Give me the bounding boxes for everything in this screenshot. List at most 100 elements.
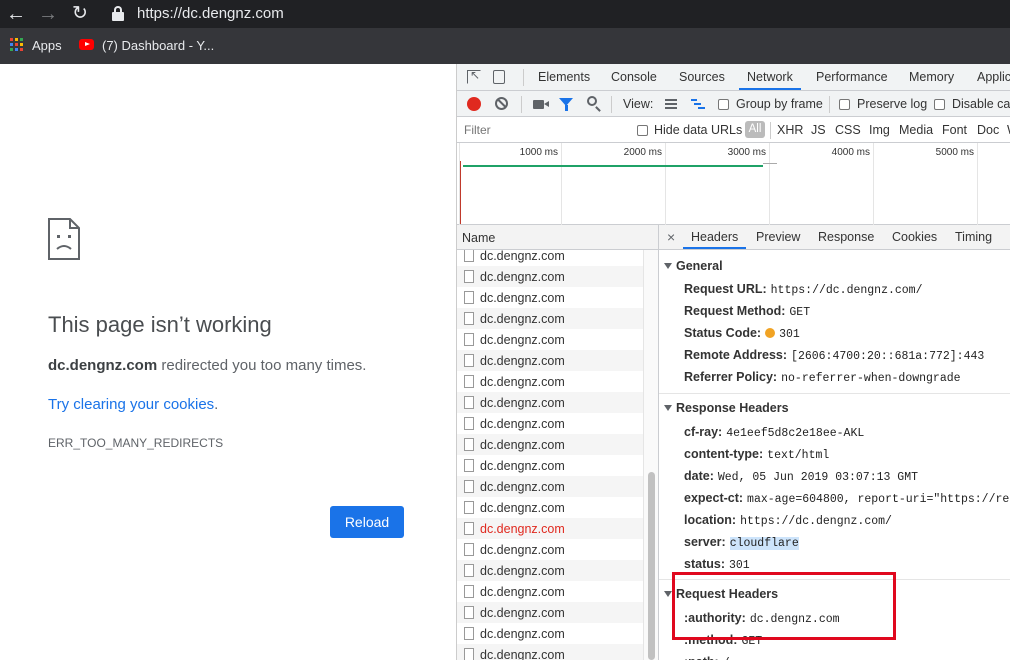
document-icon <box>464 438 474 451</box>
tab-response[interactable]: Response <box>818 225 874 249</box>
request-row[interactable]: dc.dengnz.com <box>457 644 643 660</box>
lock-icon[interactable] <box>112 6 124 22</box>
document-icon <box>464 480 474 493</box>
request-row[interactable]: dc.dengnz.com <box>457 308 643 329</box>
tab-cookies[interactable]: Cookies <box>892 225 937 249</box>
filter-type-js[interactable]: JS <box>811 123 826 137</box>
request-row[interactable]: dc.dengnz.com <box>457 518 643 539</box>
request-name: dc.dengnz.com <box>480 417 565 431</box>
request-row[interactable]: dc.dengnz.com <box>457 371 643 392</box>
filter-type-font[interactable]: Font <box>942 123 967 137</box>
waterfall-view-icon[interactable] <box>691 99 705 109</box>
reload-button[interactable]: Reload <box>330 506 404 538</box>
record-icon[interactable] <box>467 97 481 111</box>
request-row[interactable]: dc.dengnz.com <box>457 250 643 266</box>
request-row[interactable]: dc.dengnz.com <box>457 350 643 371</box>
filter-input[interactable] <box>461 121 625 139</box>
back-arrow-icon[interactable]: ← <box>4 2 28 26</box>
hide-data-urls-label: Hide data URLs <box>654 123 743 137</box>
address-bar[interactable]: https://dc.dengnz.com <box>137 5 284 22</box>
timeline-bar <box>463 165 763 167</box>
request-row[interactable]: dc.dengnz.com <box>457 266 643 287</box>
timeline-tick: 2000 ms <box>623 147 662 158</box>
tab-performance[interactable]: Performance <box>816 64 888 90</box>
device-toolbar-icon[interactable] <box>493 70 505 84</box>
request-row[interactable]: dc.dengnz.com <box>457 413 643 434</box>
response-headers-section-header[interactable]: Response Headers <box>664 401 789 415</box>
document-icon <box>464 312 474 325</box>
tab-application[interactable]: Applic <box>977 64 1010 90</box>
tab-headers[interactable]: Headers <box>683 225 747 249</box>
request-name: dc.dengnz.com <box>480 564 565 578</box>
group-by-frame-checkbox[interactable] <box>718 99 729 110</box>
disable-cache-checkbox[interactable] <box>934 99 945 110</box>
scroll-thumb[interactable] <box>648 472 655 660</box>
hide-data-urls-checkbox[interactable] <box>637 125 648 136</box>
tab-network[interactable]: Network <box>739 64 801 90</box>
devtools-panel: Elements Console Sources Network Perform… <box>456 64 1010 660</box>
reload-icon[interactable]: ↻ <box>68 2 92 26</box>
capture-screenshots-icon[interactable] <box>533 100 549 109</box>
clear-icon[interactable] <box>495 97 508 110</box>
filter-type-xhr[interactable]: XHR <box>777 123 803 137</box>
request-row[interactable]: dc.dengnz.com <box>457 287 643 308</box>
document-icon <box>464 606 474 619</box>
divider <box>770 122 771 139</box>
request-row[interactable]: dc.dengnz.com <box>457 497 643 518</box>
page-title: This page isn’t working <box>48 312 272 337</box>
name-column-header[interactable]: Name <box>457 225 659 250</box>
request-name: dc.dengnz.com <box>480 375 565 389</box>
apps-grid-icon[interactable] <box>10 38 23 51</box>
timeline-tick: 5000 ms <box>935 147 974 158</box>
error-domain: dc.dengnz.com <box>48 357 158 374</box>
bookmark-apps[interactable]: Apps <box>32 38 62 53</box>
close-icon[interactable]: × <box>667 229 675 245</box>
document-icon <box>464 375 474 388</box>
request-row[interactable]: dc.dengnz.com <box>457 602 643 623</box>
tab-memory[interactable]: Memory <box>909 64 954 90</box>
request-name: dc.dengnz.com <box>480 606 565 620</box>
clear-cookies-link[interactable]: Try clearing your cookies <box>48 396 214 413</box>
divider <box>523 69 524 86</box>
request-row[interactable]: dc.dengnz.com <box>457 623 643 644</box>
document-icon <box>464 291 474 304</box>
preserve-log-checkbox[interactable] <box>839 99 850 110</box>
tab-elements[interactable]: Elements <box>538 64 590 90</box>
filter-type-img[interactable]: Img <box>869 123 890 137</box>
filter-type-doc[interactable]: Doc <box>977 123 999 137</box>
request-row[interactable]: dc.dengnz.com <box>457 329 643 350</box>
filter-type-css[interactable]: CSS <box>835 123 861 137</box>
filter-type-media[interactable]: Media <box>899 123 933 137</box>
tab-preview[interactable]: Preview <box>756 225 800 249</box>
document-icon <box>464 564 474 577</box>
request-row[interactable]: dc.dengnz.com <box>457 455 643 476</box>
status-dot-icon <box>765 328 776 338</box>
selected-value[interactable]: cloudflare <box>729 537 799 550</box>
search-icon[interactable] <box>587 96 597 106</box>
request-row[interactable]: dc.dengnz.com <box>457 560 643 581</box>
bookmark-dashboard[interactable]: (7) Dashboard - Y... <box>102 38 214 53</box>
apps-grid-dot <box>10 43 13 46</box>
forward-arrow-icon[interactable]: → <box>36 2 60 26</box>
inspect-element-icon[interactable] <box>467 68 481 84</box>
request-row[interactable]: dc.dengnz.com <box>457 476 643 497</box>
request-row[interactable]: dc.dengnz.com <box>457 434 643 455</box>
list-view-icon[interactable] <box>665 99 677 109</box>
tab-sources[interactable]: Sources <box>679 64 725 90</box>
tab-timing[interactable]: Timing <box>955 225 992 249</box>
request-row[interactable]: dc.dengnz.com <box>457 581 643 602</box>
request-row[interactable]: dc.dengnz.com <box>457 392 643 413</box>
general-section-header[interactable]: General <box>664 259 723 273</box>
timeline-overview[interactable]: 1000 ms 2000 ms 3000 ms 4000 ms 5000 ms <box>457 143 1010 225</box>
apps-grid-dot <box>20 43 23 46</box>
request-list-scrollbar[interactable] <box>643 250 659 660</box>
request-row[interactable]: dc.dengnz.com <box>457 539 643 560</box>
youtube-icon[interactable] <box>79 39 94 50</box>
headers-panel: General Request URL: https://dc.dengnz.co… <box>659 250 1010 660</box>
document-icon <box>464 522 474 535</box>
filter-icon[interactable] <box>559 98 573 111</box>
divider <box>829 96 830 113</box>
tab-console[interactable]: Console <box>611 64 657 90</box>
timeline-bar-end <box>763 163 777 164</box>
filter-type-all[interactable]: All <box>745 121 765 138</box>
